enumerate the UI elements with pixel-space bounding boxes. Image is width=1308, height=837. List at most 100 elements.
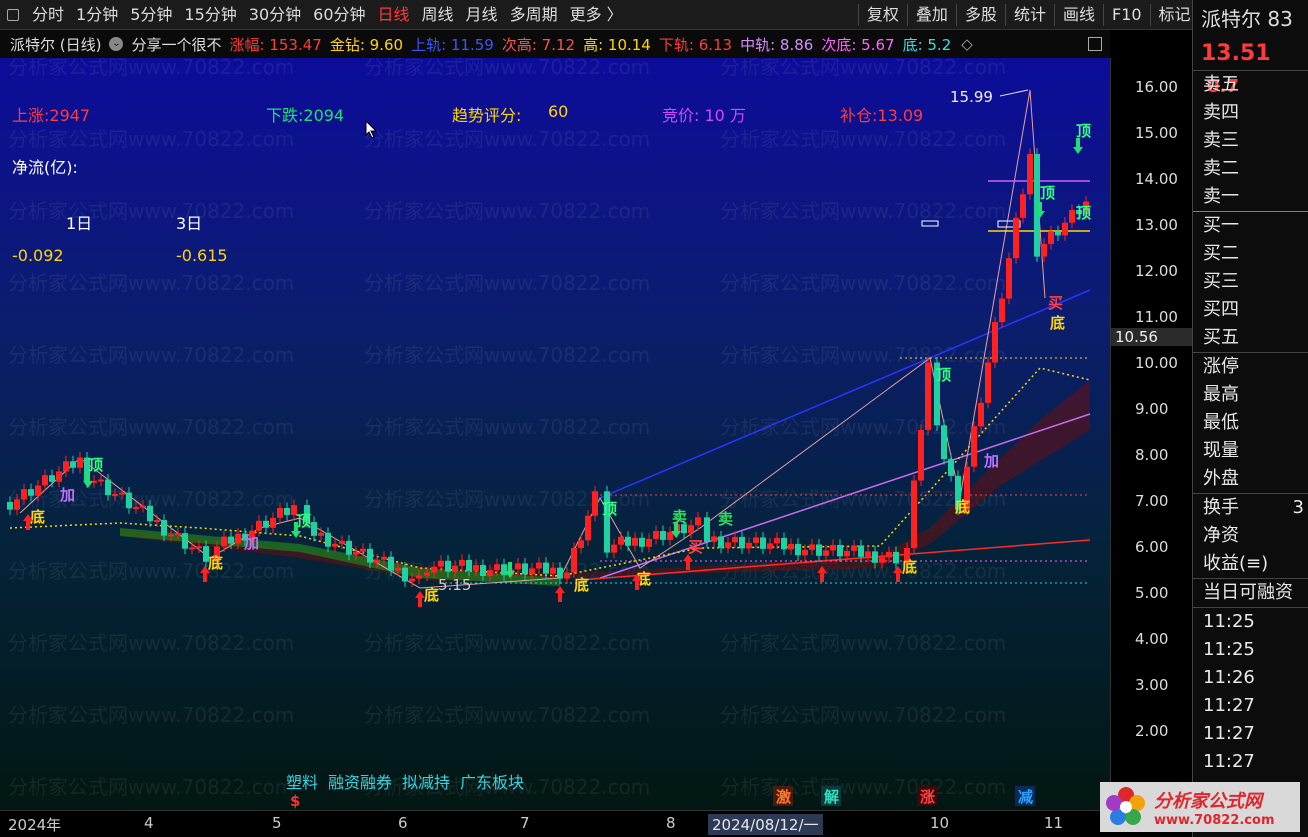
toolbar-action[interactable]: F10 xyxy=(1106,0,1148,30)
period-tab[interactable]: 更多 〉 xyxy=(564,0,629,30)
quote-stats-2: 换手 3 净资 收益(≡) xyxy=(1193,494,1308,578)
candle-body xyxy=(402,567,408,582)
buy-level[interactable]: 买三 xyxy=(1193,268,1308,296)
candle-body xyxy=(688,525,694,534)
toolbar-separator xyxy=(955,3,957,26)
quote-stat2-label[interactable]: 收益(≡) xyxy=(1193,550,1308,578)
signal-buy: 买 xyxy=(688,538,703,556)
tick-time[interactable]: 11:27 xyxy=(1193,692,1308,720)
sell-level[interactable]: 卖二 xyxy=(1193,155,1308,183)
kline-chart[interactable]: 分析家公式网www.70822.com 分析家公式网www.70822.com 分析… xyxy=(0,58,1110,810)
buy-level[interactable]: 买一 xyxy=(1193,212,1308,240)
panel-stock-name: 派特尔 83 xyxy=(1201,7,1293,31)
candle-body xyxy=(971,426,977,467)
price-tick: 13.00 xyxy=(1135,216,1178,234)
indicator-label: 高: xyxy=(583,35,608,54)
candle-body xyxy=(14,499,20,510)
diamond-icon[interactable]: ◇ xyxy=(961,35,973,53)
candle-body xyxy=(182,533,188,549)
period-tab[interactable]: 日线 xyxy=(372,0,416,30)
concept-tag[interactable]: 塑料 xyxy=(286,773,318,792)
tick-time[interactable]: 11:26 xyxy=(1193,664,1308,692)
quote-stat2-label[interactable]: 净资 xyxy=(1193,522,1308,550)
period-tab[interactable]: 分时 xyxy=(26,0,70,30)
period-tab[interactable]: 5分钟 xyxy=(124,0,178,30)
quote-stat-label[interactable]: 外盘 xyxy=(1193,465,1308,493)
toolbar-action[interactable]: 复权 xyxy=(861,0,905,30)
buy-level[interactable]: 买二 xyxy=(1193,240,1308,268)
period-tab[interactable]: 30分钟 xyxy=(243,0,307,30)
buy-level[interactable]: 买五 xyxy=(1193,324,1308,352)
sell-level[interactable]: 卖四 xyxy=(1193,99,1308,127)
toolbar-action[interactable]: 标记 xyxy=(1153,0,1197,30)
toolbar-action[interactable]: 画线 xyxy=(1057,0,1101,30)
candle-body xyxy=(311,521,317,536)
concept-tag[interactable]: 融资融券 xyxy=(328,773,392,792)
indicator-item: 底: 5.2 xyxy=(903,36,952,54)
candle-body xyxy=(445,560,451,572)
sell-level[interactable]: 卖一 xyxy=(1193,183,1308,211)
margin-label[interactable]: 当日可融资 xyxy=(1193,579,1308,607)
price-tick: 5.00 xyxy=(1135,584,1169,602)
candle-body xyxy=(695,517,701,526)
candle xyxy=(911,475,917,554)
concept-tag[interactable]: 广东板块 xyxy=(460,773,524,792)
toolbar-action[interactable]: 统计 xyxy=(1008,0,1052,30)
sell-level[interactable]: 卖三 xyxy=(1193,127,1308,155)
tick-time[interactable]: 11:25 xyxy=(1193,608,1308,636)
candle-body xyxy=(550,567,556,574)
candle-body xyxy=(667,532,673,540)
period-tab[interactable]: 多周期 xyxy=(504,0,564,30)
candle-body xyxy=(360,548,366,552)
sell-level[interactable]: 卖五 xyxy=(1193,71,1308,99)
period-tab[interactable]: 1分钟 xyxy=(70,0,124,30)
quote-stat-label[interactable]: 最高 xyxy=(1193,381,1308,409)
tick-time[interactable]: 11:25 xyxy=(1193,636,1308,664)
buy-level[interactable]: 买四 xyxy=(1193,296,1308,324)
period-tab[interactable]: 15分钟 xyxy=(178,0,242,30)
chart-canvas[interactable]: 分析家公式网www.70822.com 分析家公式网www.70822.com 分析… xyxy=(0,58,1110,810)
candle xyxy=(925,356,931,436)
quote-stat2-label[interactable]: 换手 3 xyxy=(1193,494,1308,522)
signal-top: 顶 xyxy=(296,512,311,530)
candle-body xyxy=(781,537,787,550)
indicator-label: 次底: xyxy=(821,35,862,54)
quote-stat-label[interactable]: 最低 xyxy=(1193,409,1308,437)
candle-body xyxy=(585,515,591,541)
toolbar-action[interactable]: 叠加 xyxy=(910,0,954,30)
window-icon[interactable] xyxy=(0,0,26,30)
watermark-text: 分析家公式网www.70822.com xyxy=(720,343,1006,367)
settings-box-icon[interactable] xyxy=(1088,37,1102,51)
period-tab[interactable]: 60分钟 xyxy=(307,0,371,30)
candle-body xyxy=(126,492,132,509)
candle-body xyxy=(501,564,507,576)
indicator-label: 下轨: xyxy=(658,35,699,54)
candle-body xyxy=(725,542,731,548)
down-count: 下跌:2094 xyxy=(266,106,345,125)
time-axis-label: 10 xyxy=(930,814,950,832)
time-axis-label: 6 xyxy=(398,814,408,832)
quote-stat-label[interactable]: 涨停 xyxy=(1193,353,1308,381)
watermark-text: 分析家公式网www.70822.com xyxy=(8,343,294,367)
share-icon[interactable]: ⌄ xyxy=(109,37,124,51)
cursor-price: 10.56 xyxy=(1111,328,1193,347)
tick-time[interactable]: 11:27 xyxy=(1193,748,1308,776)
candle-body xyxy=(28,489,34,496)
share-text[interactable]: 分享一个很不 xyxy=(131,34,221,55)
sell-levels: 卖五 卖四 卖三 卖二 卖一 xyxy=(1193,71,1308,211)
watermark-text: 分析家公式网www.70822.com xyxy=(8,58,294,79)
candle-body xyxy=(618,536,624,545)
candle-body xyxy=(543,562,549,574)
concept-tag[interactable]: 拟减持 xyxy=(402,773,450,792)
candle-body xyxy=(711,536,717,542)
candle-body xyxy=(1048,231,1054,244)
quote-stat-label[interactable]: 现量 xyxy=(1193,437,1308,465)
indicator-item: 下轨: 6.13 xyxy=(659,36,732,54)
period-tab[interactable]: 周线 xyxy=(416,0,460,30)
candle-body xyxy=(1062,222,1068,236)
toolbar-action[interactable]: 多股 xyxy=(959,0,1003,30)
tick-time[interactable]: 11:27 xyxy=(1193,720,1308,748)
candle-body xyxy=(978,402,984,427)
period-tab[interactable]: 月线 xyxy=(460,0,504,30)
candle-body xyxy=(35,485,41,496)
